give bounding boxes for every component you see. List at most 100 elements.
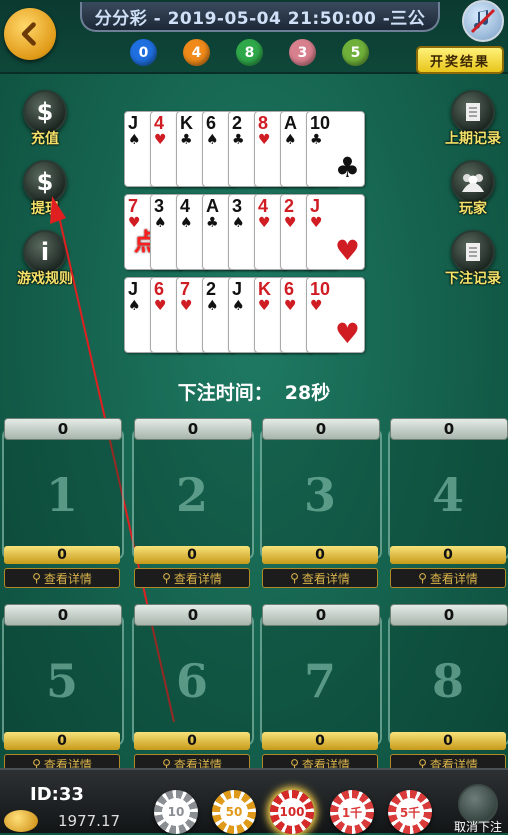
- card-suit-icon: ♥: [334, 317, 360, 350]
- playing-card: 10 ♥ ♥: [306, 277, 365, 353]
- chip-value: 50: [220, 798, 248, 826]
- chip-3[interactable]: 100: [270, 790, 314, 834]
- bet-area-number: 5: [45, 654, 78, 708]
- card-rank: 6: [206, 113, 217, 133]
- chip-5[interactable]: 5千: [388, 790, 432, 834]
- player-id: ID:33: [30, 784, 84, 805]
- game-title: 分分彩 - 2019-05-04 21:50:00 -三公: [80, 2, 440, 32]
- bet-area-total: 0: [390, 418, 508, 440]
- bet-area-4[interactable]: 0 4 0 ⚲ 查看详情: [388, 418, 508, 588]
- card-suit-icon: ♥: [154, 132, 167, 148]
- card-suit-icon: ♠: [154, 215, 167, 231]
- withdraw-button[interactable]: $ 提现: [8, 160, 82, 218]
- card-rank: 4: [154, 113, 165, 133]
- chip-value: 10: [162, 798, 190, 826]
- balance-value: 1977.17: [58, 812, 121, 830]
- recharge-label: 充值: [31, 131, 59, 147]
- card-suit-icon: ♠: [180, 215, 193, 231]
- card-rank: K: [258, 279, 271, 299]
- playing-card: J ♥ ♥: [306, 194, 365, 270]
- chip-value: 5千: [396, 798, 424, 826]
- card-suit-icon: ♣: [206, 215, 219, 231]
- cancel-bet-button[interactable]: 取消下注: [450, 784, 506, 835]
- result-ball: 8: [236, 39, 263, 66]
- bet-area-1[interactable]: 0 1 0 ⚲ 查看详情: [2, 418, 124, 588]
- view-details-button[interactable]: ⚲ 查看详情: [134, 568, 250, 588]
- draw-result-balls: 04835: [130, 39, 395, 66]
- card-suit-icon: ♥: [180, 298, 193, 314]
- players-button[interactable]: 玩家: [436, 160, 508, 218]
- card-suit-icon: ♥: [310, 298, 323, 314]
- music-off-icon: [470, 8, 496, 34]
- game-rules-button[interactable]: i 游戏规则: [8, 230, 82, 288]
- card-rank: 7: [180, 279, 191, 299]
- card-suit-icon: ♥: [310, 215, 323, 231]
- chip-value: 100: [278, 798, 306, 826]
- bet-area-6[interactable]: 0 6 0 ⚲ 查看详情: [132, 604, 254, 774]
- bet-records-label: 下注记录: [445, 271, 501, 287]
- bet-records-button[interactable]: 下注记录: [436, 230, 508, 288]
- bet-area-number: 1: [45, 468, 78, 522]
- bet-area-8[interactable]: 0 8 0 ⚲ 查看详情: [388, 604, 508, 774]
- card-rank: 8: [258, 113, 269, 133]
- result-ball: 3: [289, 39, 316, 66]
- bet-area-total: 0: [4, 604, 122, 626]
- players-label: 玩家: [459, 201, 487, 217]
- bet-area-number: 3: [303, 468, 336, 522]
- card-rank: J: [232, 279, 243, 299]
- card-suit-icon: ♥: [154, 298, 167, 314]
- previous-records-button[interactable]: 上期记录: [436, 90, 508, 148]
- card-rank: 10: [310, 279, 331, 299]
- back-button[interactable]: [4, 8, 56, 60]
- bet-area-2[interactable]: 0 2 0 ⚲ 查看详情: [132, 418, 254, 588]
- card-suit-icon: ♠: [206, 132, 219, 148]
- bet-area-5[interactable]: 0 5 0 ⚲ 查看详情: [2, 604, 124, 774]
- card-rank: 10: [310, 113, 331, 133]
- card-suit-icon: ♥: [334, 234, 360, 267]
- card-suit-icon: ♠: [128, 132, 141, 148]
- view-details-button[interactable]: ⚲ 查看详情: [390, 568, 506, 588]
- playing-card: 10 ♣ ♣: [306, 111, 365, 187]
- chip-1[interactable]: 10: [154, 790, 198, 834]
- bet-area-total: 0: [262, 604, 380, 626]
- view-details-label: 查看详情: [173, 571, 222, 586]
- card-suit-icon: ♣: [232, 132, 245, 148]
- view-details-label: 查看详情: [43, 571, 92, 586]
- view-details-button[interactable]: ⚲ 查看详情: [4, 568, 120, 588]
- bet-area-my-bet: 0: [390, 732, 506, 750]
- view-details-button[interactable]: ⚲ 查看详情: [262, 568, 378, 588]
- card-suit-icon: ♥: [258, 132, 271, 148]
- card-suit-icon: ♠: [284, 132, 297, 148]
- card-rank: 6: [154, 279, 165, 299]
- card-suit-icon: ♠: [206, 298, 219, 314]
- recharge-button[interactable]: $ 充值: [8, 90, 82, 148]
- chevron-left-icon: [21, 22, 36, 46]
- card-rank: 4: [180, 196, 191, 216]
- result-ball: 5: [342, 39, 369, 66]
- bet-area-my-bet: 0: [4, 732, 120, 750]
- bet-area-total: 0: [390, 604, 508, 626]
- bet-area-number: 4: [431, 468, 464, 522]
- bet-area-my-bet: 0: [262, 732, 378, 750]
- betting-timer: 下注时间： 28秒: [0, 378, 508, 405]
- sound-toggle-button[interactable]: [462, 0, 504, 42]
- card-suit-icon: ♥: [284, 215, 297, 231]
- bet-area-my-bet: 0: [4, 546, 120, 564]
- withdraw-label: 提现: [31, 201, 59, 217]
- draw-results-button[interactable]: 开奖结果: [416, 46, 504, 74]
- bet-area-total: 0: [4, 418, 122, 440]
- card-rank: 2: [284, 196, 295, 216]
- bet-area-3[interactable]: 0 3 0 ⚲ 查看详情: [260, 418, 382, 588]
- bet-area-7[interactable]: 0 7 0 ⚲ 查看详情: [260, 604, 382, 774]
- chip-2[interactable]: 50: [212, 790, 256, 834]
- card-suit-icon: ♠: [232, 215, 245, 231]
- bet-area-total: 0: [134, 604, 252, 626]
- card-suit-icon: ♣: [180, 132, 193, 148]
- timer-value: 28秒: [284, 382, 331, 404]
- card-suit-icon: ♥: [258, 298, 271, 314]
- card-rank: 4: [258, 196, 269, 216]
- card-rank: J: [128, 113, 139, 133]
- chip-4[interactable]: 1千: [330, 790, 374, 834]
- timer-label: 下注时间：: [177, 382, 273, 404]
- chip-value: 1千: [338, 798, 366, 826]
